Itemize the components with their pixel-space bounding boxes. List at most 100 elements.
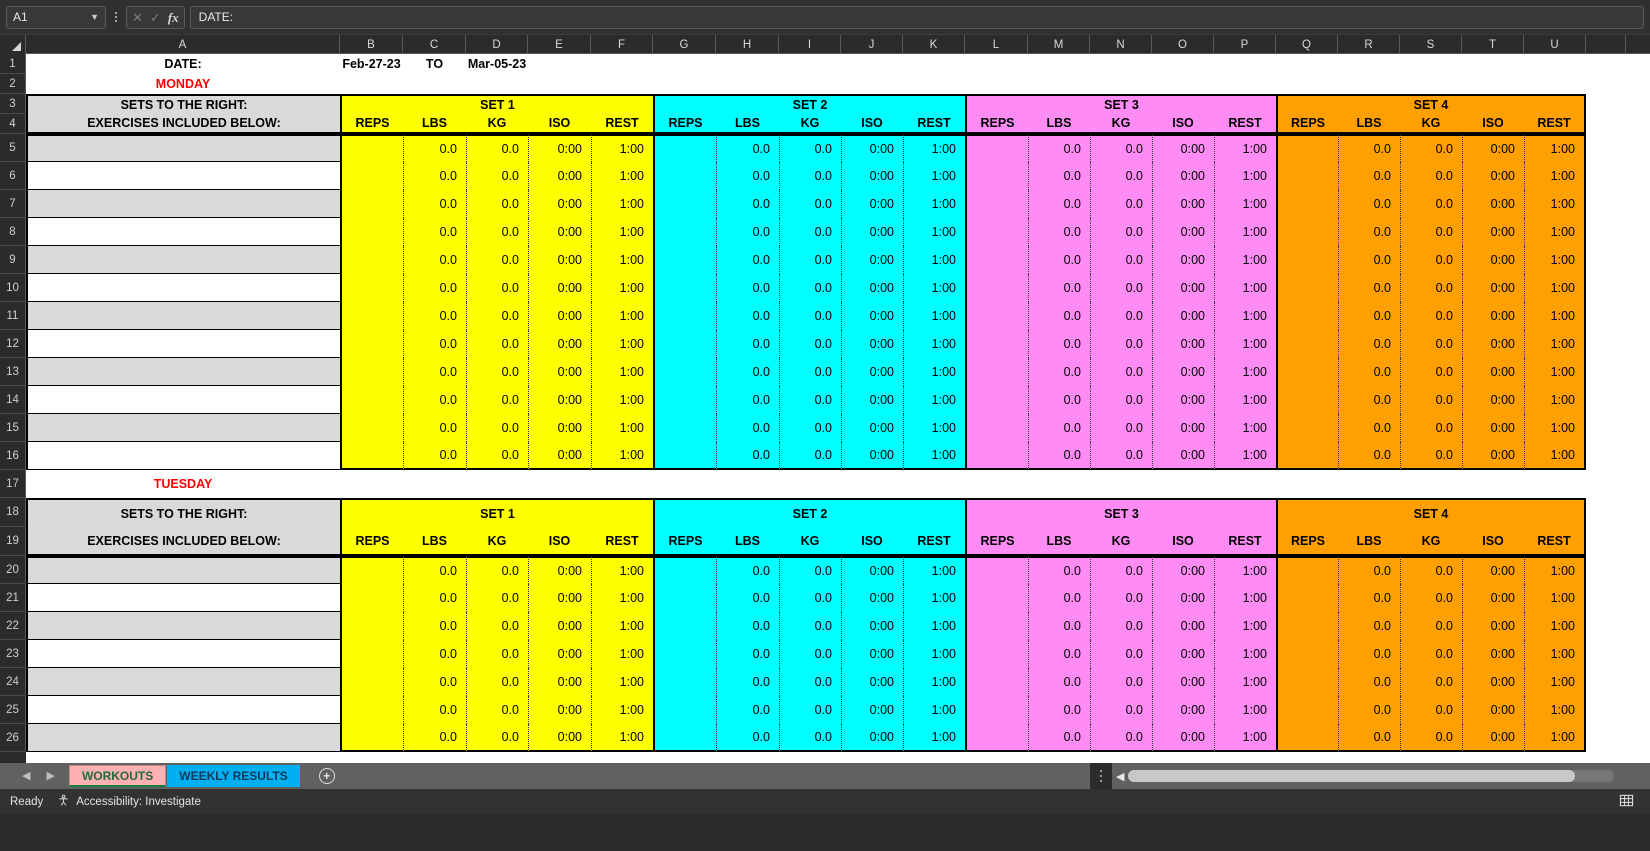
set-3-lbs-cell-tuesday[interactable]: 0.0 (1028, 640, 1090, 668)
set-1-kg-cell-monday[interactable]: 0.0 (466, 358, 528, 386)
set-2-reps-cell-monday[interactable] (653, 386, 716, 414)
set-1-lbs-cell-monday[interactable]: 0.0 (403, 190, 466, 218)
set-1-rest-cell-monday[interactable]: 1:00 (591, 358, 653, 386)
exercise-name-cell-monday[interactable] (26, 134, 340, 162)
row-header-20[interactable]: 20 (0, 556, 26, 584)
set-4-kg-cell-tuesday[interactable]: 0.0 (1400, 584, 1462, 612)
set-4-lbs-cell-tuesday[interactable]: 0.0 (1338, 612, 1400, 640)
set-3-rest-cell-monday[interactable]: 1:00 (1214, 414, 1276, 442)
set-4-rest-cell-monday[interactable]: 1:00 (1524, 218, 1586, 246)
exercise-name-cell-monday[interactable] (26, 330, 340, 358)
set-2-iso-cell-tuesday[interactable]: 0:00 (841, 556, 903, 584)
set-3-rest-cell-monday[interactable]: 1:00 (1214, 218, 1276, 246)
set-1-reps-cell-tuesday[interactable] (340, 584, 403, 612)
set-3-lbs-cell-monday[interactable]: 0.0 (1028, 330, 1090, 358)
set-1-kg-cell-monday[interactable]: 0.0 (466, 302, 528, 330)
empty-cell[interactable] (1586, 134, 1626, 162)
set-4-rest-cell-monday[interactable]: 1:00 (1524, 134, 1586, 162)
set-4-kg-cell-monday[interactable]: 0.0 (1400, 386, 1462, 414)
set-2-rest-cell-monday[interactable]: 1:00 (903, 358, 965, 386)
set-2-kg-cell-monday[interactable]: 0.0 (779, 162, 841, 190)
set-4-rest-cell-monday[interactable]: 1:00 (1524, 302, 1586, 330)
set-2-reps-cell-monday[interactable] (653, 414, 716, 442)
set-3-iso-cell-tuesday[interactable]: 0:00 (1152, 584, 1214, 612)
set-3-rest-cell-tuesday[interactable]: 1:00 (1214, 640, 1276, 668)
set-4-lbs-cell-monday[interactable]: 0.0 (1338, 134, 1400, 162)
set-1-rest-cell-tuesday[interactable]: 1:00 (591, 668, 653, 696)
set-3-reps-cell-monday[interactable] (965, 414, 1028, 442)
set-4-iso-cell-monday[interactable]: 0:00 (1462, 386, 1524, 414)
set-4-kg-cell-monday[interactable]: 0.0 (1400, 162, 1462, 190)
set-2-iso-cell-tuesday[interactable]: 0:00 (841, 640, 903, 668)
empty-cell[interactable] (1586, 442, 1626, 470)
row-header-18[interactable]: 18 (0, 498, 26, 527)
column-header-K[interactable]: K (903, 35, 965, 54)
set-4-reps-cell-monday[interactable] (1276, 358, 1338, 386)
set-3-kg-cell-monday[interactable]: 0.0 (1090, 386, 1152, 414)
sheet-tab-workouts[interactable]: WORKOUTS (68, 765, 167, 787)
sheet-row[interactable]: 0.0 0.0 0:00 1:00 0.0 0.0 0:00 1:00 0.0 0.0 0:00 1:… (26, 724, 1650, 752)
set-4-rest-cell-tuesday[interactable]: 1:00 (1524, 612, 1586, 640)
set-1-rest-cell-monday[interactable]: 1:00 (591, 218, 653, 246)
set-3-rest-cell-monday[interactable]: 1:00 (1214, 246, 1276, 274)
row-header-25[interactable]: 25 (0, 696, 26, 724)
set-4-lbs-cell-monday[interactable]: 0.0 (1338, 386, 1400, 414)
row-header-3[interactable]: 3 (0, 94, 26, 114)
exercise-name-cell-tuesday[interactable] (26, 612, 340, 640)
set-2-iso-cell-monday[interactable]: 0:00 (841, 386, 903, 414)
set-1-kg-cell-tuesday[interactable]: 0.0 (466, 612, 528, 640)
set-2-rest-cell-tuesday[interactable]: 1:00 (903, 696, 965, 724)
set-2-lbs-cell-monday[interactable]: 0.0 (716, 358, 779, 386)
set-1-rest-cell-tuesday[interactable]: 1:00 (591, 556, 653, 584)
set-4-reps-cell-monday[interactable] (1276, 414, 1338, 442)
set-1-reps-cell-monday[interactable] (340, 414, 403, 442)
set-4-lbs-cell-monday[interactable]: 0.0 (1338, 330, 1400, 358)
sheet-row[interactable]: 0.0 0.0 0:00 1:00 0.0 0.0 0:00 1:00 0.0 0.0 0:00 1:… (26, 302, 1650, 330)
set-2-kg-cell-tuesday[interactable]: 0.0 (779, 584, 841, 612)
set-4-reps-cell-monday[interactable] (1276, 274, 1338, 302)
empty-cell[interactable] (1586, 386, 1626, 414)
sheet-row[interactable]: EXERCISES INCLUDED BELOW: REPS LBS KG ISO RES… (26, 527, 1650, 556)
set-2-reps-cell-tuesday[interactable] (653, 724, 716, 752)
scroll-left-icon[interactable]: ◀ (1116, 770, 1124, 783)
row-header-24[interactable]: 24 (0, 668, 26, 696)
set-3-lbs-cell-monday[interactable]: 0.0 (1028, 302, 1090, 330)
set-2-kg-cell-tuesday[interactable]: 0.0 (779, 556, 841, 584)
sheet-row[interactable]: DATE: Feb-27-23 TO Mar-05-23 (26, 54, 1650, 74)
set-4-kg-cell-monday[interactable]: 0.0 (1400, 330, 1462, 358)
set-2-iso-cell-monday[interactable]: 0:00 (841, 162, 903, 190)
set-3-kg-cell-monday[interactable]: 0.0 (1090, 218, 1152, 246)
set-4-lbs-cell-monday[interactable]: 0.0 (1338, 302, 1400, 330)
set-1-iso-cell-tuesday[interactable]: 0:00 (528, 556, 591, 584)
set-1-reps-cell-monday[interactable] (340, 246, 403, 274)
column-header-J[interactable]: J (841, 35, 903, 54)
set-3-rest-cell-monday[interactable]: 1:00 (1214, 358, 1276, 386)
set-2-kg-cell-monday[interactable]: 0.0 (779, 274, 841, 302)
set-3-lbs-cell-tuesday[interactable]: 0.0 (1028, 696, 1090, 724)
set-4-rest-cell-monday[interactable]: 1:00 (1524, 442, 1586, 470)
set-1-lbs-cell-monday[interactable]: 0.0 (403, 162, 466, 190)
set-3-lbs-cell-monday[interactable]: 0.0 (1028, 274, 1090, 302)
set-1-iso-cell-monday[interactable]: 0:00 (528, 162, 591, 190)
row-header-15[interactable]: 15 (0, 414, 26, 442)
set-3-iso-cell-monday[interactable]: 0:00 (1152, 162, 1214, 190)
set-4-reps-cell-tuesday[interactable] (1276, 640, 1338, 668)
exercise-name-cell-tuesday[interactable] (26, 584, 340, 612)
set-4-reps-cell-tuesday[interactable] (1276, 696, 1338, 724)
set-2-lbs-cell-monday[interactable]: 0.0 (716, 442, 779, 470)
sheet-row[interactable]: 0.0 0.0 0:00 1:00 0.0 0.0 0:00 1:00 0.0 0.0 0:00 1:… (26, 162, 1650, 190)
set-2-iso-cell-monday[interactable]: 0:00 (841, 246, 903, 274)
row-header-26[interactable]: 26 (0, 724, 26, 752)
set-3-lbs-cell-monday[interactable]: 0.0 (1028, 358, 1090, 386)
set-3-iso-cell-monday[interactable]: 0:00 (1152, 218, 1214, 246)
set-4-iso-cell-monday[interactable]: 0:00 (1462, 246, 1524, 274)
set-1-reps-cell-tuesday[interactable] (340, 556, 403, 584)
set-2-rest-cell-tuesday[interactable]: 1:00 (903, 612, 965, 640)
column-header-G[interactable]: G (653, 35, 716, 54)
set-4-kg-cell-monday[interactable]: 0.0 (1400, 218, 1462, 246)
set-1-reps-cell-monday[interactable] (340, 134, 403, 162)
set-3-rest-cell-monday[interactable]: 1:00 (1214, 162, 1276, 190)
set-1-kg-cell-monday[interactable]: 0.0 (466, 218, 528, 246)
set-2-kg-cell-tuesday[interactable]: 0.0 (779, 640, 841, 668)
set-2-reps-cell-monday[interactable] (653, 358, 716, 386)
